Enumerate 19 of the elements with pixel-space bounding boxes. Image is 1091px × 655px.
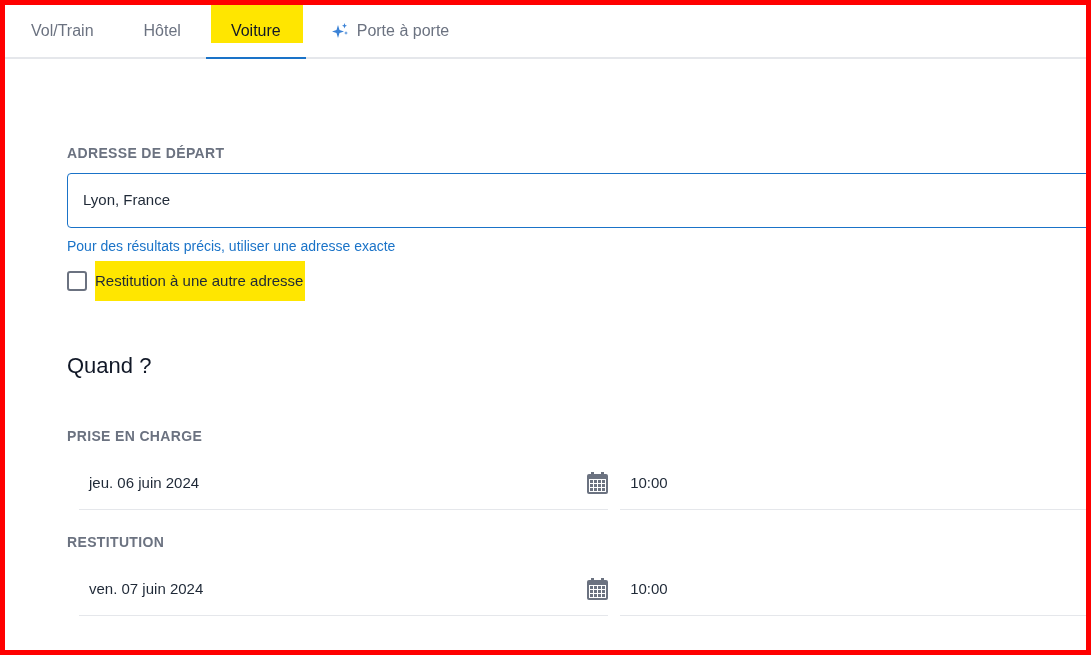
field-label: ADRESSE DE DÉPART <box>67 144 226 163</box>
time-field[interactable]: 10:00 <box>620 563 1086 616</box>
time-field[interactable]: 10:00 <box>620 457 1086 510</box>
date-text: ven. 07 juin 2024 <box>89 578 204 599</box>
date-field[interactable]: ven. 07 juin 2024 <box>79 563 609 616</box>
date-field[interactable]: jeu. 06 juin 2024 <box>79 457 609 510</box>
address-field[interactable]: Lyon, France <box>67 173 1086 228</box>
tab[interactable]: Vol/Train <box>6 5 119 57</box>
date-text: jeu. 06 juin 2024 <box>89 472 200 493</box>
hint-text: Pour des résultats précis, utiliser une adresse exacte <box>67 237 397 256</box>
calendar-icon[interactable] <box>587 472 609 494</box>
checkbox-label[interactable]: Restitution à une autre adresse <box>95 261 306 301</box>
calendar-icon[interactable] <box>587 578 609 600</box>
field-label: RESTITUTION <box>67 533 166 552</box>
tab[interactable]: Hôtel <box>118 5 206 57</box>
tab[interactable]: Porte à porte <box>305 5 475 57</box>
field-label: PRISE EN CHARGE <box>67 427 204 446</box>
checkbox[interactable] <box>67 271 87 291</box>
section-heading: Quand ? <box>67 352 153 380</box>
